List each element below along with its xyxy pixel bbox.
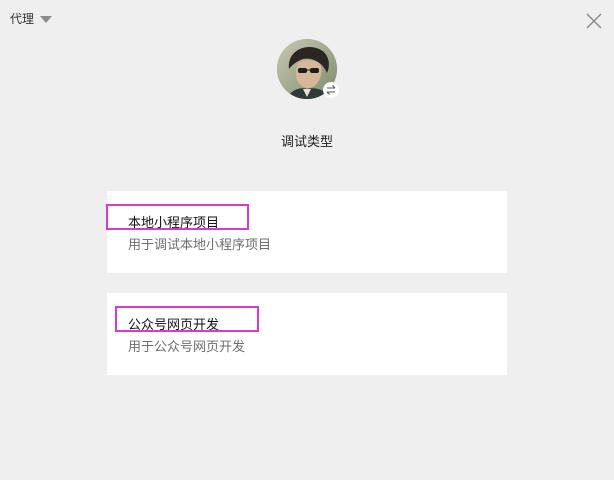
switch-arrows-icon	[326, 85, 336, 95]
page-title: 调试类型	[280, 135, 333, 150]
switch-account-badge[interactable]	[323, 82, 339, 98]
close-button[interactable]	[586, 13, 602, 29]
option-description: 用于调试本地小程序项目	[128, 238, 272, 253]
caret-down-icon	[40, 15, 53, 23]
option-official-account-web[interactable]: 公众号网页开发 用于公众号网页开发	[107, 293, 507, 375]
account-avatar[interactable]	[277, 39, 339, 99]
option-title: 本地小程序项目	[128, 216, 220, 231]
proxy-label: 代理	[10, 12, 35, 26]
proxy-dropdown[interactable]: 代理	[10, 10, 53, 27]
option-description: 用于公众号网页开发	[128, 340, 246, 355]
close-icon	[586, 13, 602, 29]
option-title: 公众号网页开发	[128, 318, 220, 333]
option-local-miniprogram[interactable]: 本地小程序项目 用于调试本地小程序项目	[107, 191, 507, 273]
